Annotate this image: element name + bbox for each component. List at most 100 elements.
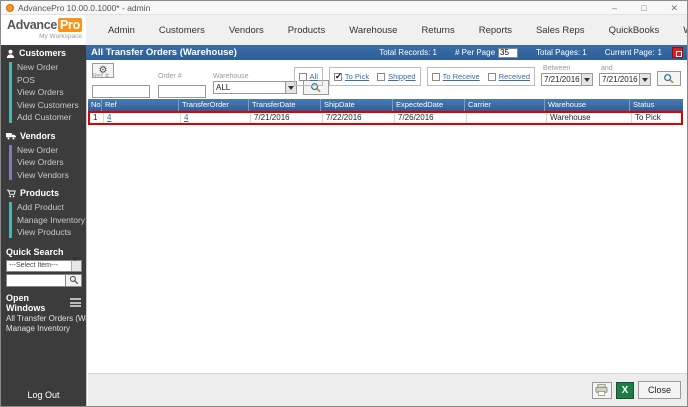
sidebar-item-vendor-view-orders[interactable]: View Orders (1, 156, 86, 169)
checkbox-label[interactable]: To Receive (443, 72, 480, 81)
cell-status: To Pick (632, 113, 681, 123)
sidebar-section-label: Vendors (20, 131, 56, 141)
menu-vendors[interactable]: Vendors (217, 25, 276, 36)
dock-window-button[interactable] (672, 47, 683, 58)
customers-items: New Order POS View Orders View Customers… (1, 60, 86, 128)
maximize-icon[interactable]: □ (641, 2, 646, 14)
brand-tagline: My Workspace (7, 33, 82, 40)
sidebar-item-view-orders[interactable]: View Orders (1, 86, 86, 99)
checkbox-label[interactable]: Shipped (388, 72, 416, 81)
checkbox-label[interactable]: Received (499, 72, 530, 81)
checkbox-icon[interactable] (377, 73, 385, 81)
cell-transfer-date: 7/21/2016 (251, 113, 323, 123)
col-warehouse: Warehouse (545, 99, 630, 111)
warehouse-select[interactable]: ALL (213, 81, 297, 94)
sidebar-section-label: Customers (19, 48, 66, 58)
checkbox-icon[interactable] (432, 73, 440, 81)
menu-quickbooks[interactable]: QuickBooks (597, 25, 672, 36)
ref-input[interactable] (92, 85, 150, 98)
cell-ref-link[interactable]: 4 (104, 113, 181, 123)
checkbox-to-receive[interactable]: To Receive (432, 72, 480, 81)
table-row[interactable]: 1 4 4 7/21/2016 7/22/2016 7/26/2016 Ware… (88, 111, 683, 125)
col-ship-date: ShipDate (321, 99, 393, 111)
open-window-transfer-orders[interactable]: All Transfer Orders (Wareh (1, 314, 86, 325)
filter-group-all: All (294, 67, 323, 86)
sidebar-item-vendor-new-order[interactable]: New Order (1, 144, 86, 157)
order-label: Order # (158, 73, 206, 80)
sidebar-item-view-products[interactable]: View Products (1, 226, 86, 239)
chevron-down-icon[interactable] (71, 261, 81, 271)
open-windows-label: Open Windows (6, 293, 70, 313)
minimize-icon[interactable]: – (612, 2, 617, 14)
brand-pro-badge: Pro (58, 18, 82, 32)
date-to-value: 7/21/2016 (602, 75, 638, 84)
sidebar-item-new-order[interactable]: New Order (1, 61, 86, 74)
menu-returns[interactable]: Returns (409, 25, 466, 36)
print-icon (595, 384, 608, 396)
menu-sales-reps[interactable]: Sales Reps (524, 25, 597, 36)
menu-reports[interactable]: Reports (467, 25, 524, 36)
menu-admin[interactable]: Admin (96, 25, 147, 36)
cell-no: 1 (90, 113, 104, 123)
current-page-value: 1 (658, 48, 662, 57)
checkbox-icon[interactable] (488, 73, 496, 81)
print-button[interactable] (592, 382, 612, 399)
logout-button[interactable]: Log Out (1, 390, 86, 400)
filter-group-receive: To Receive Received (427, 67, 535, 86)
sidebar-section-vendors[interactable]: Vendors (1, 128, 86, 143)
sidebar-item-view-customers[interactable]: View Customers (1, 99, 86, 112)
date-search-button[interactable] (657, 71, 681, 86)
sidebar-item-manage-inventory[interactable]: Manage Inventory (1, 214, 86, 227)
between-label: Between (543, 65, 570, 72)
menu-customers[interactable]: Customers (147, 25, 217, 36)
sidebar-item-add-customer[interactable]: Add Customer (1, 111, 86, 124)
checkbox-shipped[interactable]: Shipped (377, 72, 416, 81)
menu-web[interactable]: Web (671, 25, 688, 36)
checkbox-label[interactable]: To Pick (345, 72, 369, 81)
status-filters: All To Pick Shipped To Receive (294, 65, 681, 86)
products-items: Add Product Manage Inventory View Produc… (1, 200, 86, 243)
vendors-items: New Order View Orders View Vendors (1, 143, 86, 186)
per-page-input[interactable] (498, 48, 518, 58)
appbar: AdvancePro My Workspace Admin Customers … (1, 15, 687, 45)
menu-warehouse[interactable]: Warehouse (337, 25, 409, 36)
cell-carrier (467, 113, 547, 123)
sidebar-section-customers[interactable]: Customers (1, 45, 86, 60)
date-to-select[interactable]: 7/21/2016 (599, 73, 651, 86)
titlebar: AdvancePro 10.00.0.1000* - admin – □ ✕ (1, 1, 687, 15)
close-button[interactable]: Close (638, 381, 681, 399)
cell-ship-date: 7/22/2016 (323, 113, 395, 123)
checkbox-to-pick[interactable]: To Pick (334, 72, 369, 81)
quick-search-input[interactable] (6, 274, 66, 287)
menu-products[interactable]: Products (276, 25, 338, 36)
transfer-orders-table: No Ref TransferOrder TransferDate ShipDa… (88, 99, 683, 125)
sidebar-item-pos[interactable]: POS (1, 74, 86, 87)
export-excel-button[interactable]: X (616, 382, 634, 399)
open-window-manage-inventory[interactable]: Manage Inventory (1, 324, 86, 335)
app-icon (6, 4, 14, 12)
quick-search-select[interactable]: ---Select Item--- (6, 260, 82, 272)
warehouse-select-value: ALL (216, 83, 230, 92)
checkbox-icon[interactable] (334, 73, 342, 81)
ref-label: Ref # (92, 73, 150, 80)
chevron-down-icon[interactable] (639, 74, 650, 85)
checkbox-all[interactable]: All (299, 72, 318, 81)
close-icon[interactable]: ✕ (670, 2, 678, 14)
col-status: Status (630, 99, 683, 111)
chevron-down-icon[interactable] (581, 74, 592, 85)
col-ref: Ref (102, 99, 179, 111)
order-input[interactable] (158, 85, 206, 98)
checkbox-label[interactable]: All (310, 72, 318, 81)
checkbox-icon[interactable] (299, 73, 307, 81)
cell-transfer-order-link[interactable]: 4 (181, 113, 251, 123)
sidebar-section-products[interactable]: Products (1, 185, 86, 200)
sidebar-item-add-product[interactable]: Add Product (1, 201, 86, 214)
main-menu: Admin Customers Vendors Products Warehou… (86, 15, 688, 45)
quick-search-button[interactable] (66, 274, 82, 287)
date-from-select[interactable]: 7/21/2016 (541, 73, 593, 86)
truck-icon (6, 132, 16, 140)
window-list-icon[interactable] (70, 298, 81, 307)
pagination-stats: Total Records: 1 # Per Page Total Pages:… (365, 48, 662, 58)
sidebar-item-view-vendors[interactable]: View Vendors (1, 169, 86, 182)
checkbox-received[interactable]: Received (488, 72, 530, 81)
